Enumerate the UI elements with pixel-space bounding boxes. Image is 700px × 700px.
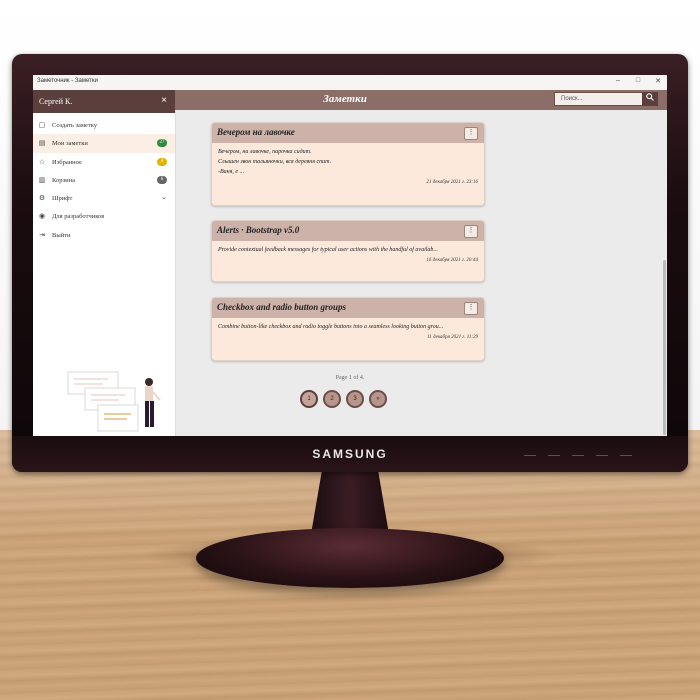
sidebar: Сергей К. × ▢ Создать заметку ▤ Мои заме… <box>33 90 176 436</box>
note-card[interactable]: Checkbox and radio button groups ⋮ Combi… <box>211 297 485 361</box>
sidebar-item-font[interactable]: ⚙ Шрифт ⌄ <box>33 189 175 207</box>
note-card[interactable]: Вечером на лавочке ⋮ Вечером, на лавочке… <box>211 122 485 206</box>
monitor-button[interactable] <box>620 455 632 460</box>
note-menu-button[interactable]: ⋮ <box>464 127 478 140</box>
count-badge: 4 <box>157 157 167 166</box>
gear-icon: ⚙ <box>38 194 46 203</box>
note-menu-button[interactable]: ⋮ <box>464 225 478 238</box>
sidebar-item-label: Мои заметки <box>52 140 88 148</box>
page-title: Заметки <box>323 93 367 105</box>
note-text-line: Provide contextual feedback messages for… <box>218 247 438 253</box>
star-icon: ☆ <box>38 157 46 166</box>
sidebar-item-label: Корзина <box>52 176 76 184</box>
app-bar: Заметки Поиск... <box>175 90 667 110</box>
note-add-icon: ▢ <box>38 121 46 129</box>
note-title: Checkbox and radio button groups <box>217 302 347 312</box>
trash-icon: ▥ <box>38 175 46 184</box>
note-body: Provide contextual feedback messages for… <box>212 241 484 255</box>
note-text-line: Вечером, на лавочке, парочка сидит. <box>218 149 312 155</box>
note-text-line: Слышен звон тальяночки, вся деревня спит… <box>218 159 332 165</box>
count-badge: 6 <box>157 175 167 184</box>
search-button[interactable] <box>642 92 658 106</box>
user-circle-icon: ◉ <box>38 212 46 221</box>
screen: Заметочник - Заметки – □ ✕ Сергей К. × ▢… <box>33 75 667 436</box>
sidebar-item-logout[interactable]: ⇥ Выйти <box>33 226 175 244</box>
pagination: 1 2 3 » <box>300 390 387 408</box>
sidebar-item-my-notes[interactable]: ▤ Мои заметки 27 <box>33 134 175 153</box>
sidebar-item-favorites[interactable]: ☆ Избранное 4 <box>33 153 175 171</box>
monitor-button[interactable] <box>572 455 584 460</box>
sidebar-item-label: Выйти <box>52 231 71 239</box>
note-date: 21 декабря 2021 г. 23:16 <box>426 180 478 185</box>
sidebar-menu: ▢ Создать заметку ▤ Мои заметки 27 ☆ Изб… <box>33 116 175 244</box>
note-date: 16 декабря 2021 г. 20:44 <box>426 258 478 263</box>
window-title: Заметочник - Заметки <box>37 78 98 84</box>
sidebar-illustration <box>67 371 161 432</box>
notes-list: Вечером на лавочке ⋮ Вечером, на лавочке… <box>175 110 667 436</box>
page-info: Page 1 of 4. <box>335 375 365 381</box>
page-button-1[interactable]: 1 <box>300 390 318 408</box>
sidebar-item-label: Избранное <box>52 158 82 166</box>
count-badge: 27 <box>157 139 167 148</box>
note-text-line: -Ваня, е ... <box>218 169 245 175</box>
monitor-buttons <box>524 455 632 460</box>
notes-icon: ▤ <box>38 139 46 148</box>
sidebar-item-label: Шрифт <box>52 195 73 203</box>
note-body: Combine button-like checkbox and radio t… <box>212 318 484 332</box>
user-name: Сергей К. <box>39 97 73 106</box>
window-titlebar: Заметочник - Заметки – □ ✕ <box>33 75 667 91</box>
sidebar-item-label: Создать заметку <box>52 122 98 129</box>
sidebar-item-trash[interactable]: ▥ Корзина 6 <box>33 171 175 189</box>
sidebar-header: Сергей К. × <box>33 90 175 113</box>
monitor-button[interactable] <box>548 455 560 460</box>
page-button-3[interactable]: 3 <box>346 390 364 408</box>
monitor-button[interactable] <box>524 455 536 460</box>
note-header: Alerts · Bootstrap v5.0 ⋮ <box>212 221 484 241</box>
sidebar-close-button[interactable]: × <box>161 95 167 106</box>
note-card[interactable]: Alerts · Bootstrap v5.0 ⋮ Provide contex… <box>211 220 485 282</box>
note-title: Вечером на лавочке <box>217 127 295 137</box>
search-icon <box>646 93 654 101</box>
chevron-down-icon: ⌄ <box>161 193 167 202</box>
maximize-button[interactable]: □ <box>631 77 645 84</box>
note-body: Вечером, на лавочке, парочка сидит. Слыш… <box>212 143 484 177</box>
note-header: Вечером на лавочке ⋮ <box>212 123 484 143</box>
page-button-next[interactable]: » <box>369 390 387 408</box>
sidebar-item-create-note[interactable]: ▢ Создать заметку <box>33 116 175 134</box>
page-button-2[interactable]: 2 <box>323 390 341 408</box>
minimize-button[interactable]: – <box>611 77 625 84</box>
note-header: Checkbox and radio button groups ⋮ <box>212 298 484 318</box>
note-date: 11 декабря 2021 г. 11:29 <box>427 335 478 340</box>
note-menu-button[interactable]: ⋮ <box>464 302 478 315</box>
note-title: Alerts · Bootstrap v5.0 <box>217 225 300 235</box>
monitor-button[interactable] <box>596 455 608 460</box>
scrollbar[interactable] <box>663 260 666 435</box>
note-text-line: Combine button-like checkbox and radio t… <box>218 324 444 330</box>
monitor-stand <box>196 528 504 588</box>
logout-icon: ⇥ <box>39 230 45 239</box>
sidebar-item-label: Для разработчиков <box>52 213 105 221</box>
search-input[interactable]: Поиск... <box>554 92 642 106</box>
sidebar-item-developers[interactable]: ◉ Для разработчиков <box>33 207 175 225</box>
window-close-button[interactable]: ✕ <box>651 77 665 85</box>
